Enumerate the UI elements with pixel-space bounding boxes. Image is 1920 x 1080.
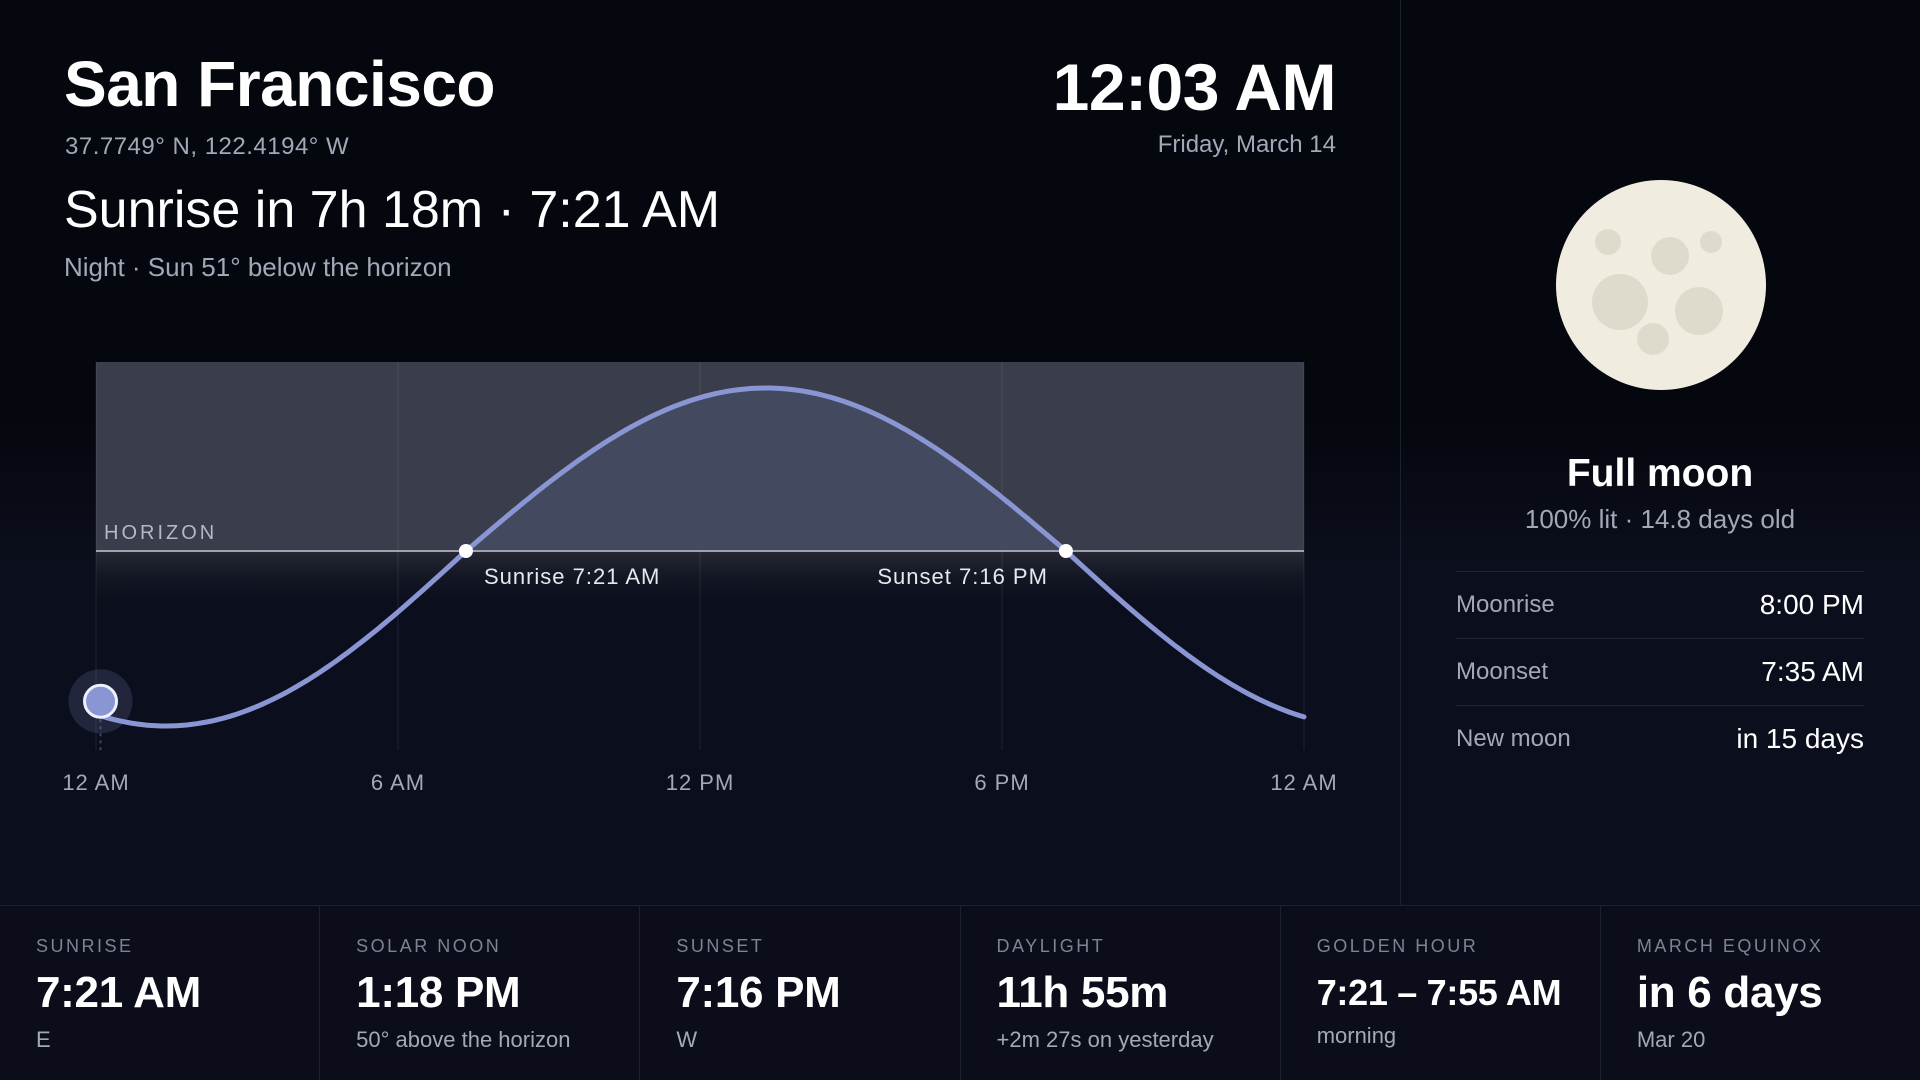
- stat-value: 7:21 AM: [36, 968, 201, 1017]
- x-axis-ticks: 12 AM 6 AM 12 PM 6 PM 12 AM: [62, 770, 1337, 795]
- stat-sunset: SUNSET 7:16 PM W: [640, 906, 961, 1080]
- moon-row-label: Moonset: [1456, 658, 1549, 685]
- x-tick-label: 12 AM: [1270, 770, 1337, 795]
- sun-path-chart: HORIZON Sunrise 7:21 AM Sunset 7:16 PM 12…: [62, 362, 1337, 795]
- sun-panel: San Francisco 37.7749° N, 122.4194° W 12…: [0, 0, 1400, 905]
- stat-label: MARCH EQUINOX: [1636, 936, 1824, 956]
- moon-row-new-moon: New moon in 15 days: [1456, 705, 1864, 772]
- stat-sunrise: SUNRISE 7:21 AM E: [0, 906, 321, 1080]
- stat-label: SOLAR NOON: [356, 936, 502, 956]
- current-sun-dot: [83, 683, 119, 719]
- moon-illumination: 100% lit · 14.8 days old: [1524, 504, 1796, 534]
- stat-sub: Mar 20: [1636, 1027, 1706, 1053]
- sunset-label: Sunset 7:16 PM: [877, 564, 1048, 589]
- moon-details: Moonrise 8:00 PM Moonset 7:35 AM New moo…: [1456, 571, 1864, 772]
- horizon-label: HORIZON: [104, 522, 217, 544]
- sunset-marker: [1058, 544, 1073, 558]
- stat-march-equinox: MARCH EQUINOX in 6 days Mar 20: [1601, 906, 1920, 1080]
- stat-label: GOLDEN HOUR: [1316, 936, 1479, 956]
- stat-solar-noon: SOLAR NOON 1:18 PM 50° above the horizon: [320, 906, 641, 1080]
- moon-row-label: Moonrise: [1456, 591, 1555, 618]
- moon-row-moonset: Moonset 7:35 AM: [1456, 638, 1864, 705]
- x-tick-label: 6 PM: [974, 770, 1029, 795]
- stat-daylight: DAYLIGHT 11h 55m +2m 27s on yesterday: [961, 906, 1281, 1080]
- stat-golden-hour: GOLDEN HOUR 7:21 – 7:55 AM morning: [1281, 906, 1601, 1080]
- stat-value: in 6 days: [1636, 968, 1823, 1017]
- stat-label: DAYLIGHT: [996, 936, 1106, 956]
- stat-value: 7:16 PM: [676, 968, 841, 1017]
- stat-sub: W: [676, 1027, 698, 1053]
- x-tick-label: 12 AM: [62, 770, 129, 795]
- full-moon-icon: [1556, 180, 1766, 390]
- moon-row-moonrise: Moonrise 8:00 PM: [1456, 571, 1864, 638]
- stat-sub: +2m 27s on yesterday: [996, 1027, 1214, 1053]
- stat-label: SUNRISE: [36, 936, 134, 956]
- x-tick-label: 12 PM: [666, 770, 735, 795]
- moon-phase: Full moon: [1566, 452, 1754, 495]
- x-tick-label: 6 AM: [371, 770, 425, 795]
- moon-row-value: in 15 days: [1736, 723, 1864, 754]
- moon-row-label: New moon: [1456, 725, 1571, 752]
- sunrise-marker: [458, 544, 473, 558]
- stat-sub: morning: [1316, 1022, 1397, 1048]
- stat-sub: E: [36, 1027, 51, 1053]
- stats-bar: SUNRISE 7:21 AM E SOLAR NOON 1:18 PM 50°…: [0, 905, 1920, 1080]
- current-sun-marker: [68, 669, 133, 752]
- sunrise-label: Sunrise 7:21 AM: [484, 564, 660, 589]
- stat-value: 11h 55m: [996, 968, 1169, 1017]
- stat-value: 7:21 – 7:55 AM: [1316, 972, 1562, 1013]
- moon-row-value: 8:00 PM: [1759, 589, 1864, 620]
- stat-label: SUNSET: [676, 936, 765, 956]
- moon-row-value: 7:35 AM: [1761, 656, 1864, 687]
- stat-sub: 50° above the horizon: [356, 1027, 571, 1053]
- stat-value: 1:18 PM: [356, 968, 521, 1017]
